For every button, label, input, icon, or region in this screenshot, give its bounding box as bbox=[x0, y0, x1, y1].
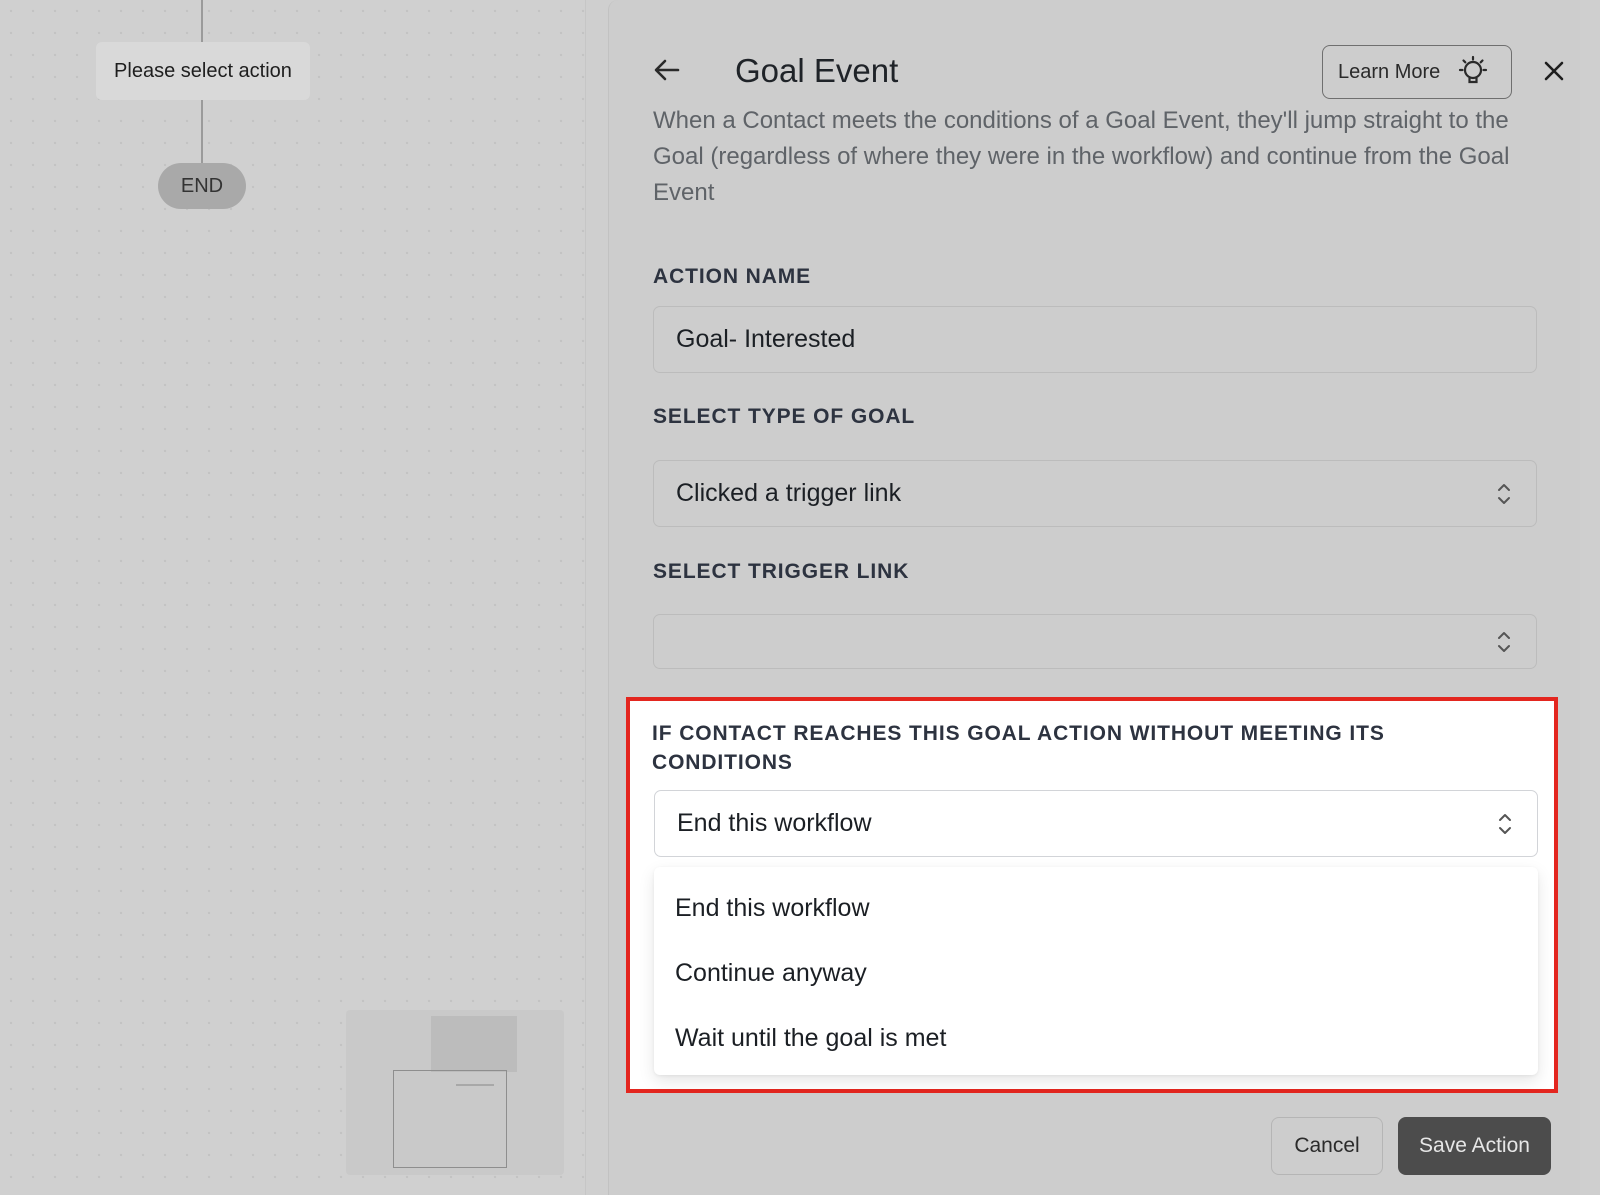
minimap-block bbox=[431, 1016, 517, 1072]
goal-type-value: Clicked a trigger link bbox=[676, 479, 902, 507]
action-node-label: Please select action bbox=[114, 59, 292, 82]
chevron-up-down-icon bbox=[1499, 813, 1511, 834]
arrow-left-icon bbox=[654, 59, 680, 81]
action-name-label: ACTION NAME bbox=[653, 265, 812, 288]
learn-more-label: Learn More bbox=[1338, 60, 1441, 83]
fallback-value: End this workflow bbox=[677, 809, 872, 837]
fallback-section-highlight: IF CONTACT REACHES THIS GOAL ACTION WITH… bbox=[626, 697, 1558, 1093]
trigger-link-label: SELECT TRIGGER LINK bbox=[653, 560, 910, 583]
action-name-value: Goal- Interested bbox=[676, 325, 856, 353]
minimap[interactable] bbox=[346, 1010, 564, 1175]
fallback-select[interactable]: End this workflow bbox=[654, 790, 1538, 857]
learn-more-button[interactable]: Learn More bbox=[1322, 45, 1512, 99]
minimap-line bbox=[456, 1084, 494, 1086]
back-button[interactable] bbox=[649, 52, 685, 88]
workflow-canvas[interactable]: Please select action END bbox=[0, 0, 586, 1195]
chevron-up-down-icon bbox=[1498, 631, 1510, 652]
connector-line bbox=[201, 0, 203, 42]
fallback-label: IF CONTACT REACHES THIS GOAL ACTION WITH… bbox=[652, 722, 1385, 774]
dropdown-option-continue-anyway[interactable]: Continue anyway bbox=[654, 941, 1538, 1006]
fallback-dropdown-menu: End this workflow Continue anyway Wait u… bbox=[654, 867, 1538, 1075]
close-button[interactable] bbox=[1537, 54, 1571, 88]
save-action-button[interactable]: Save Action bbox=[1398, 1117, 1551, 1175]
end-node: END bbox=[158, 163, 246, 209]
panel-description: When a Contact meets the conditions of a… bbox=[653, 107, 1510, 206]
trigger-link-select[interactable] bbox=[653, 614, 1537, 669]
chevron-up-down-icon bbox=[1498, 483, 1510, 504]
close-icon bbox=[1544, 61, 1564, 81]
end-node-label: END bbox=[180, 174, 224, 197]
lightbulb-icon bbox=[1459, 55, 1488, 84]
dropdown-option-wait-until-goal[interactable]: Wait until the goal is met bbox=[654, 1006, 1538, 1071]
goal-type-select[interactable]: Clicked a trigger link bbox=[653, 460, 1537, 527]
goal-type-label: SELECT TYPE OF GOAL bbox=[653, 405, 916, 428]
connector-line bbox=[201, 100, 203, 164]
page-title: Goal Event bbox=[735, 52, 899, 89]
dropdown-option-end-workflow[interactable]: End this workflow bbox=[654, 876, 1538, 941]
action-name-input[interactable]: Goal- Interested bbox=[653, 306, 1537, 373]
panel-header: Goal Event Learn More bbox=[649, 42, 1564, 102]
action-node[interactable]: Please select action bbox=[96, 42, 310, 100]
cancel-button[interactable]: Cancel bbox=[1271, 1117, 1383, 1175]
